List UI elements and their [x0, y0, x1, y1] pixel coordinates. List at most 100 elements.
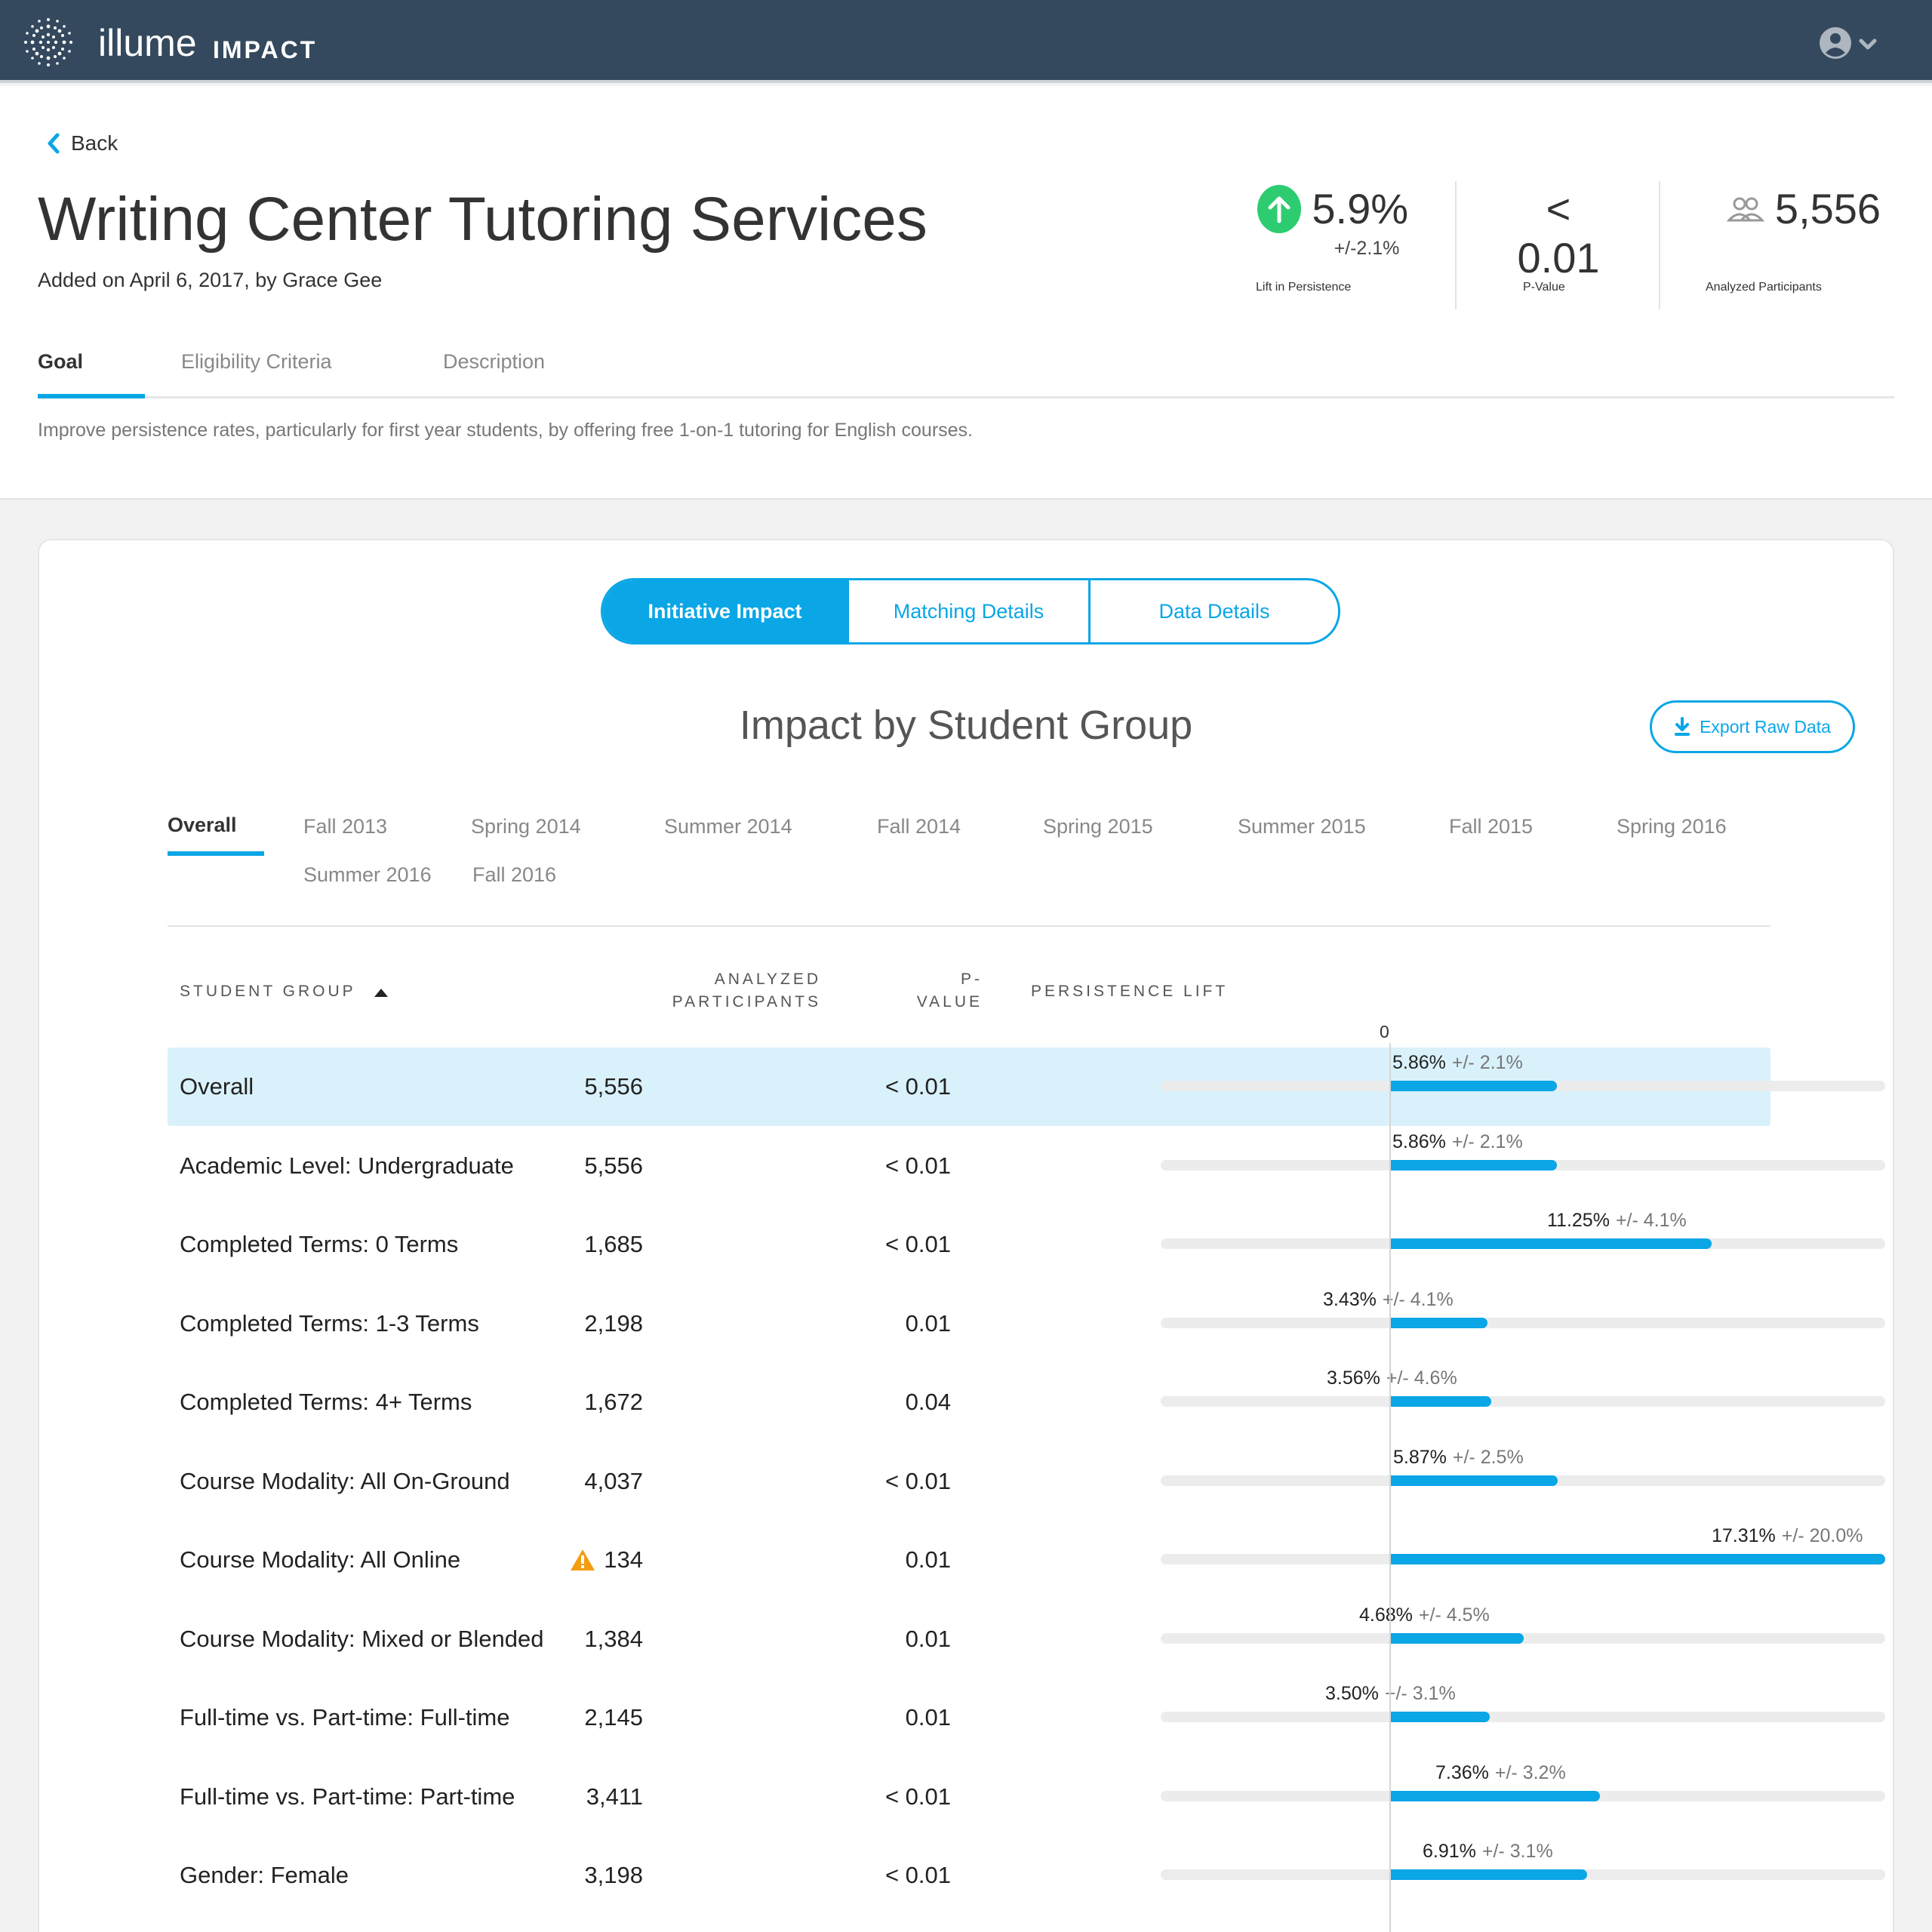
zero-axis-line	[1389, 1043, 1391, 1932]
arrow-up-icon	[1257, 184, 1302, 233]
tab-description[interactable]: Description	[443, 350, 545, 374]
term-summer-2014[interactable]: Summer 2014	[664, 815, 792, 838]
analyzed-participants-cell: 2,145	[584, 1704, 643, 1731]
lift-label: 3.56% +/- 4.6%	[1327, 1367, 1457, 1389]
table-row[interactable]: Course Modality: Mixed or Blended 1,384 0.…	[168, 1600, 1885, 1678]
table-row[interactable]: Overall 5,556 < 0.01 5.86% +/- 2.1%	[168, 1048, 1885, 1126]
analyzed-participants-cell: 3,198	[584, 1862, 643, 1889]
lift-margin: +/- 4.1%	[1615, 1210, 1687, 1231]
lift-margin: +/- 20.0%	[1781, 1525, 1863, 1546]
student-group-cell: Course Modality: All Online	[180, 1546, 461, 1573]
tab-eligibility-criteria[interactable]: Eligibility Criteria	[181, 350, 332, 374]
lift-label: 5.86% +/- 2.1%	[1392, 1131, 1523, 1153]
lift-bar	[1389, 1238, 1712, 1249]
table-row[interactable]: Course Modality: All On-Ground 4,037 < 0.0…	[168, 1442, 1885, 1521]
participants-count: 2,198	[584, 1309, 643, 1337]
participants-count: 3,198	[584, 1862, 643, 1888]
table-row[interactable]: Course Modality: All Online 134 0.01 17.31%…	[168, 1521, 1885, 1599]
p-value-cell: < 0.01	[884, 1073, 951, 1100]
header-persistence-lift: PERSISTENCE LIFT	[1031, 983, 1229, 1000]
lift-bar	[1389, 1475, 1558, 1486]
stat-participants: 5,556	[1721, 184, 1887, 233]
p-value-cell: 0.04	[905, 1389, 951, 1415]
user-menu[interactable]	[1819, 24, 1887, 62]
lift-value: 17.31%	[1712, 1525, 1776, 1546]
term-spring-2015[interactable]: Spring 2015	[1043, 815, 1153, 838]
participants-count: 5,556	[584, 1152, 643, 1179]
lift-margin: +/- 3.2%	[1494, 1761, 1566, 1783]
student-group-cell: Gender: Female	[180, 1862, 349, 1888]
p-value-cell: < 0.01	[884, 1862, 951, 1888]
student-group-cell: Completed Terms: 4+ Terms	[180, 1389, 472, 1415]
lift-bar	[1389, 1632, 1524, 1644]
lift-label: 7.36% +/- 3.2%	[1435, 1762, 1566, 1784]
info-tabs: Goal Eligibility Criteria Description	[38, 350, 1894, 398]
stat-lift: 5.9% +/-2.1%	[1257, 184, 1408, 260]
analyzed-participants-cell: 5,556	[584, 1152, 643, 1180]
export-raw-data-button[interactable]: Export Raw Data	[1650, 700, 1855, 753]
term-fall-2015[interactable]: Fall 2015	[1449, 815, 1533, 838]
table-row[interactable]: Academic Level: Undergraduate 5,556 < 0.01…	[168, 1127, 1885, 1205]
table-row[interactable]: Full-time vs. Part-time: Full-time 2,145 0…	[168, 1678, 1885, 1757]
tab-initiative-impact[interactable]: Initiative Impact	[603, 580, 849, 642]
term-filter: Overall Fall 2013 Spring 2014 Summer 201…	[168, 814, 1770, 927]
term-fall-2016[interactable]: Fall 2016	[472, 863, 556, 887]
warning-icon[interactable]	[569, 1548, 596, 1572]
lift-value: 5.9%	[1312, 185, 1408, 232]
p-value-cell: 0.01	[905, 1704, 951, 1730]
pvalue-label[interactable]: P-Value	[1523, 281, 1565, 294]
term-summer-2015[interactable]: Summer 2015	[1238, 815, 1366, 838]
lift-value: 5.86%	[1392, 1131, 1446, 1152]
lift-value: 3.56%	[1327, 1367, 1380, 1389]
student-group-cell: Academic Level: Undergraduate	[180, 1152, 514, 1179]
sunburst-logo-icon[interactable]	[23, 17, 74, 68]
added-info: Added on April 6, 2017, by Grace Gee	[38, 269, 383, 291]
term-fall-2013[interactable]: Fall 2013	[303, 815, 387, 838]
lift-label: 5.87% +/- 2.5%	[1393, 1447, 1524, 1469]
sort-up-icon[interactable]	[373, 986, 389, 998]
table-row[interactable]: Full-time vs. Part-time: Part-time 3,411 <…	[168, 1758, 1885, 1836]
lift-label[interactable]: Lift in Persistence	[1256, 281, 1351, 294]
p-value-cell: 0.01	[905, 1309, 951, 1337]
p-value-cell: < 0.01	[884, 1467, 951, 1494]
student-group-cell: Full-time vs. Part-time: Part-time	[180, 1783, 515, 1810]
download-icon	[1675, 717, 1690, 736]
header-analyzed-1: ANALYZED	[714, 971, 821, 988]
participants-label[interactable]: Analyzed Participants	[1706, 281, 1822, 294]
term-summer-2016[interactable]: Summer 2016	[303, 863, 432, 887]
header-analyzed-2: PARTICIPANTS	[672, 993, 821, 1011]
lift-bar-track	[1161, 1396, 1885, 1407]
tab-goal[interactable]: Goal	[38, 350, 83, 374]
term-spring-2016[interactable]: Spring 2016	[1617, 815, 1727, 838]
initiative-header: Back Writing Center Tutoring Services Ad…	[0, 86, 1932, 500]
lift-label: 4.68% +/- 4.5%	[1359, 1604, 1490, 1626]
brand-name[interactable]: illume	[98, 21, 197, 65]
analyzed-participants-cell: 134	[569, 1546, 643, 1574]
p-value-cell: 0.01	[905, 1625, 951, 1652]
zero-axis-label: 0	[1380, 1022, 1389, 1041]
p-value-cell: < 0.01	[884, 1152, 951, 1179]
table-row[interactable]: Completed Terms: 0 Terms 1,685 < 0.01 11.25…	[168, 1205, 1885, 1284]
lift-bar	[1389, 1396, 1491, 1407]
back-link[interactable]: Back	[47, 131, 118, 155]
table-row[interactable]: Completed Terms: 1-3 Terms 2,198 0.01 3.43%…	[168, 1284, 1885, 1363]
lift-label: 11.25% +/- 4.1%	[1547, 1210, 1687, 1232]
analyzed-participants-cell: 2,198	[584, 1310, 643, 1337]
table-row[interactable]: Completed Terms: 4+ Terms 1,672 0.04 3.56% +…	[168, 1363, 1885, 1441]
term-overall[interactable]: Overall	[168, 814, 237, 837]
lift-margin: +/- 3.1%	[1481, 1841, 1553, 1862]
tab-matching-details[interactable]: Matching Details	[849, 580, 1091, 642]
lift-bar-track	[1161, 1317, 1885, 1328]
table-row[interactable]: Gender: Female 3,198 < 0.01 6.91% +/- 3.1%	[168, 1836, 1885, 1915]
lift-moe: +/-2.1%	[1334, 238, 1400, 259]
lift-label: 5.86% +/- 2.1%	[1392, 1052, 1523, 1074]
term-fall-2014[interactable]: Fall 2014	[877, 815, 961, 838]
p-value-cell: < 0.01	[884, 1231, 951, 1257]
active-tab-indicator	[38, 394, 145, 398]
participants-count: 2,145	[584, 1704, 643, 1730]
tab-data-details[interactable]: Data Details	[1091, 580, 1338, 642]
header-student-group[interactable]: STUDENT GROUP	[180, 983, 356, 1001]
p-value-cell: 0.01	[905, 1546, 951, 1573]
term-spring-2014[interactable]: Spring 2014	[471, 815, 581, 838]
back-label: Back	[71, 131, 118, 155]
